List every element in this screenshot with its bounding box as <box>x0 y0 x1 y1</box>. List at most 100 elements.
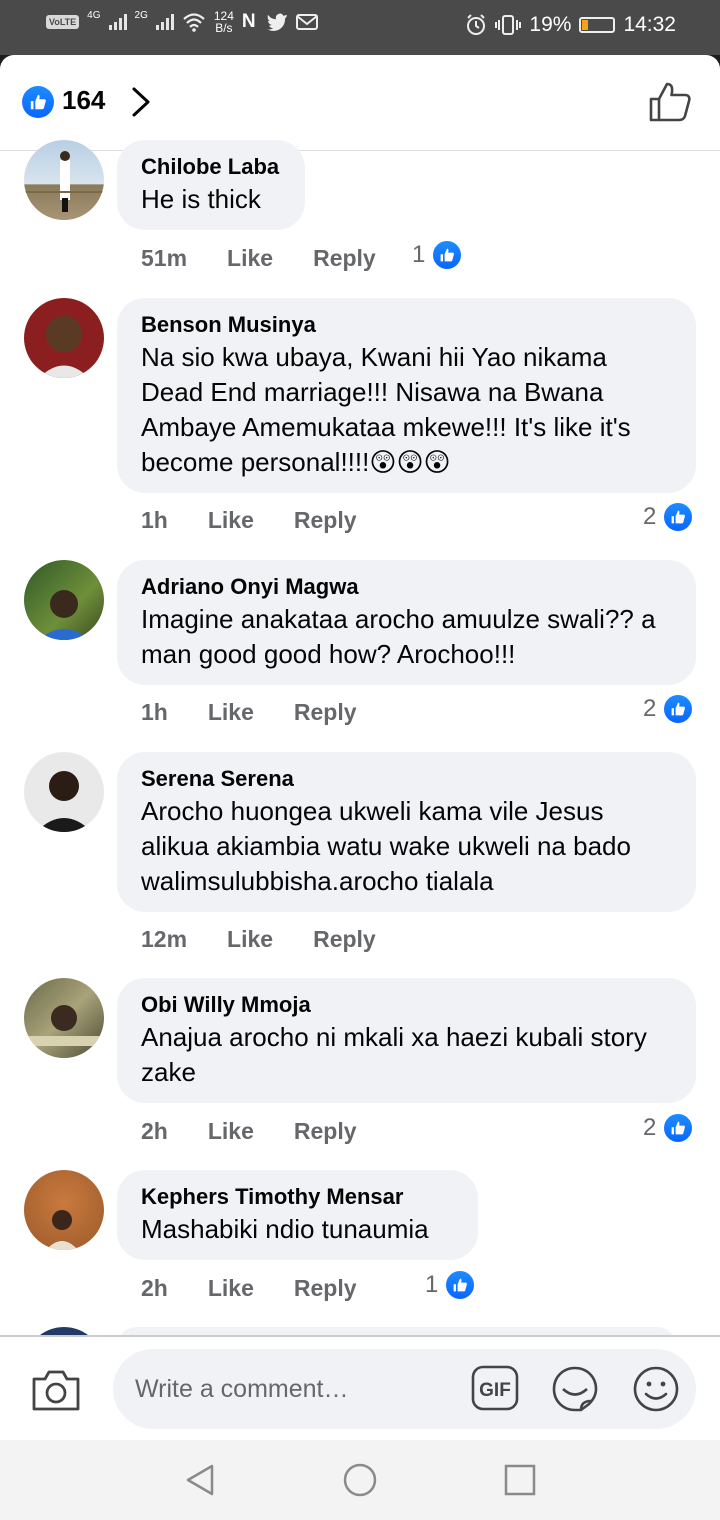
avatar[interactable] <box>24 978 104 1058</box>
comment-text: He is thick <box>141 184 261 214</box>
comment-text: Arocho huongea ukweli kama vile Jesus al… <box>141 796 631 896</box>
reply-link[interactable]: Reply <box>294 507 357 534</box>
volte-badge: VoLTE <box>46 15 80 29</box>
system-nav-bar <box>0 1440 720 1520</box>
like-post-button[interactable] <box>648 81 692 123</box>
comment-like-count: 2 <box>643 503 657 530</box>
like-link[interactable]: Like <box>208 507 254 534</box>
net-speed-unit: B/s <box>215 21 233 35</box>
comment-bubble[interactable]: Benson Musinya Na sio kwa ubaya, Kwani h… <box>117 298 696 493</box>
battery-percent: 19% <box>529 13 572 36</box>
twitter-icon <box>266 13 287 31</box>
news-app-icon: N <box>241 11 258 32</box>
comment-reactions[interactable]: 2 <box>643 501 695 533</box>
emoji-icon[interactable] <box>632 1365 680 1413</box>
avatar[interactable] <box>24 560 104 640</box>
wifi-icon <box>183 13 205 32</box>
comment-time: 2h <box>141 1275 168 1301</box>
reply-link[interactable]: Reply <box>294 1275 357 1302</box>
comment-bubble[interactable]: Adriano Onyi Magwa Imagine anakataa aroc… <box>117 560 696 685</box>
comment-author[interactable]: Obi Willy Mmoja <box>141 990 672 1020</box>
back-icon[interactable] <box>182 1462 218 1498</box>
comment-like-count: 2 <box>643 1114 657 1141</box>
clock: 14:32 <box>623 13 676 36</box>
like-reaction-icon <box>431 239 464 271</box>
comment-input-container[interactable]: GIF <box>113 1349 696 1429</box>
like-link[interactable]: Like <box>227 245 273 272</box>
comment-time: 1h <box>141 507 168 533</box>
comment-composer: GIF <box>0 1335 720 1440</box>
comment-bubble[interactable]: Obi Willy Mmoja Anajua arocho ni mkali x… <box>117 978 696 1103</box>
status-bar: VoLTE 4G 2G 124 B/s N 19% 14:32 <box>0 0 720 55</box>
like-link[interactable]: Like <box>208 699 254 726</box>
comment-actions: 12m Like Reply <box>141 926 416 953</box>
battery-icon <box>579 17 616 33</box>
sticker-icon[interactable] <box>551 1365 599 1413</box>
reactions-header[interactable]: 164 <box>0 55 720 151</box>
like-link[interactable]: Like <box>208 1118 254 1145</box>
home-icon[interactable] <box>342 1462 378 1498</box>
comment-actions: 2h Like Reply <box>141 1118 397 1145</box>
comment-bubble[interactable]: Serena Serena Arocho huongea ukweli kama… <box>117 752 696 912</box>
reply-link[interactable]: Reply <box>313 245 376 272</box>
comment-like-count: 2 <box>643 695 657 722</box>
vibrate-icon <box>495 15 522 35</box>
status-left: VoLTE 4G 2G 124 B/s N <box>46 10 318 34</box>
comment-time: 2h <box>141 1118 168 1144</box>
comment-reactions[interactable]: 1 <box>425 1269 477 1301</box>
comment-text: Anajua arocho ni mkali xa haezi kubali s… <box>141 1022 647 1087</box>
comment-text: Mashabiki ndio tunaumia <box>141 1214 429 1244</box>
reply-link[interactable]: Reply <box>313 926 376 953</box>
gif-icon[interactable]: GIF <box>471 1365 519 1411</box>
like-link[interactable]: Like <box>227 926 273 953</box>
reaction-count[interactable]: 164 <box>62 85 105 116</box>
comment-author[interactable]: Adriano Onyi Magwa <box>141 572 672 602</box>
comment-bubble[interactable]: Chilobe Laba He is thick <box>117 140 305 230</box>
comment-text: Imagine anakataa arocho amuulze swali?? … <box>141 604 656 669</box>
comment-like-count: 1 <box>425 1271 439 1298</box>
comment-time: 1h <box>141 699 168 725</box>
avatar[interactable] <box>24 140 104 220</box>
net-speed: 124 B/s <box>214 10 234 34</box>
comments-sheet: 164 Chilobe Laba He is thick 51m Like Re… <box>0 55 720 1440</box>
comment-bubble[interactable]: Kephers Timothy Mensar Mashabiki ndio tu… <box>117 1170 478 1260</box>
gif-label: GIF <box>479 1380 511 1401</box>
reply-link[interactable]: Reply <box>294 1118 357 1145</box>
comment-time: 51m <box>141 245 188 271</box>
comment-actions: 2h Like Reply <box>141 1275 397 1302</box>
comment-author[interactable]: Chilobe Laba <box>141 152 281 182</box>
avatar[interactable] <box>24 752 104 832</box>
like-link[interactable]: Like <box>208 1275 254 1302</box>
network-type-1: 4G <box>87 10 101 21</box>
comment-actions: 51m Like Reply <box>141 245 416 272</box>
signal-icon <box>108 14 127 30</box>
comment-author[interactable]: Kephers Timothy Mensar <box>141 1182 454 1212</box>
camera-icon[interactable] <box>30 1367 82 1413</box>
comment-actions: 1h Like Reply <box>141 699 397 726</box>
comment-input[interactable] <box>135 1369 455 1409</box>
status-right: 19% 14:32 <box>465 13 676 37</box>
comment-actions: 1h Like Reply <box>141 507 397 534</box>
recents-icon[interactable] <box>502 1462 538 1498</box>
reply-link[interactable]: Reply <box>294 699 357 726</box>
avatar[interactable] <box>24 1170 104 1250</box>
comment-reactions[interactable]: 2 <box>643 693 695 725</box>
like-reaction-icon <box>662 1112 695 1144</box>
like-reaction-icon <box>22 86 54 118</box>
comment-author[interactable]: Serena Serena <box>141 764 672 794</box>
comment-time: 12m <box>141 926 188 952</box>
like-reaction-icon <box>444 1269 477 1301</box>
avatar[interactable] <box>24 298 104 378</box>
comment-author[interactable]: Benson Musinya <box>141 310 672 340</box>
comment-reactions[interactable]: 1 <box>412 239 464 271</box>
like-reaction-icon <box>662 501 695 533</box>
like-reaction-icon <box>662 693 695 725</box>
chevron-right-icon[interactable] <box>126 85 156 119</box>
mail-icon <box>295 14 318 30</box>
signal-icon-2 <box>155 14 174 30</box>
comment-reactions[interactable]: 2 <box>643 1112 695 1144</box>
network-type-2: 2G <box>134 10 148 21</box>
alarm-icon <box>467 14 486 35</box>
comment-like-count: 1 <box>412 241 426 268</box>
comment-text: Na sio kwa ubaya, Kwani hii Yao nikama D… <box>141 342 631 477</box>
